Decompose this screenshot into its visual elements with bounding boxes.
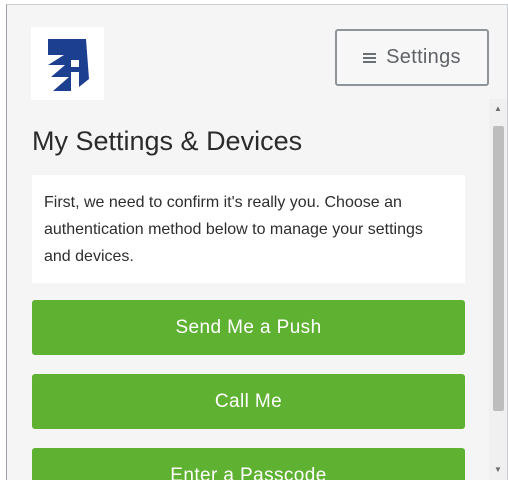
hamburger-menu-icon	[363, 52, 377, 63]
send-push-label: Send Me a Push	[175, 316, 322, 338]
instructions-box: First, we need to confirm it's really yo…	[32, 175, 465, 283]
scroll-down-arrow-icon[interactable]: ▼	[489, 462, 507, 478]
enter-passcode-label: Enter a Passcode	[170, 464, 327, 481]
send-push-button[interactable]: Send Me a Push	[32, 300, 465, 355]
call-me-label: Call Me	[214, 390, 283, 412]
scroll-up-arrow-icon[interactable]: ▲	[489, 101, 507, 117]
call-me-button[interactable]: Call Me	[32, 374, 465, 429]
brand-logo-icon	[31, 27, 104, 100]
page-title: My Settings & Devices	[32, 126, 303, 156]
settings-button-label: Settings	[386, 46, 461, 68]
brand-logo	[31, 27, 104, 100]
instructions-text: First, we need to confirm it's really yo…	[44, 194, 423, 265]
settings-button[interactable]: Settings	[335, 29, 489, 86]
enter-passcode-button[interactable]: Enter a Passcode	[32, 448, 465, 480]
vertical-scrollbar[interactable]: ▲ ▼	[489, 99, 507, 480]
scrollbar-thumb[interactable]	[493, 126, 504, 411]
auth-prompt-frame: Settings My Settings & Devices First, we…	[6, 4, 508, 480]
